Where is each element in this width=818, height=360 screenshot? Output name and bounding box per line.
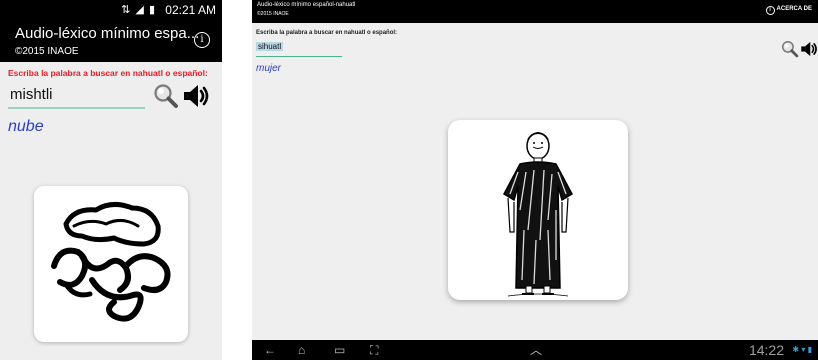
tablet-screen: Audio-léxico mínimo español-nahuatl ©201… (252, 0, 818, 360)
search-prompt: Escriba la palabra a buscar en nahuatl o… (256, 30, 398, 36)
search-input[interactable]: sihuatl (256, 40, 342, 57)
search-icon[interactable] (153, 83, 179, 109)
status-tray-icons: ✱ ▾ ▮ (792, 345, 812, 354)
speaker-icon[interactable] (182, 82, 210, 110)
app-bar: Audio-léxico mínimo espa... ©2015 INAOE … (0, 19, 222, 62)
status-time: 02:21 AM (165, 3, 216, 17)
speaker-icon[interactable] (800, 40, 818, 58)
about-label: ACERCA DE (776, 6, 812, 12)
search-prompt: Escriba la palabra a buscar en nahuatl o… (8, 68, 208, 78)
word-image-card (34, 186, 188, 342)
recents-icon[interactable]: ▭ (334, 344, 345, 356)
info-icon[interactable]: i (194, 32, 210, 48)
system-nav-bar: ← ⌂ ▭ ⛶ ︿ 14:22 ✱ ▾ ▮ (252, 340, 818, 360)
chevron-up-icon[interactable]: ︿ (530, 344, 542, 356)
status-icons: ⇅ ◢ ▮ (121, 4, 156, 16)
search-icon[interactable] (781, 40, 799, 58)
app-title: Audio-léxico mínimo espa... (15, 25, 200, 42)
tablet-app-bar: Audio-léxico mínimo español-nahuatl ©201… (252, 0, 818, 23)
screenshot-icon[interactable]: ⛶ (370, 344, 378, 356)
translation-result: mujer (256, 63, 282, 74)
info-icon: i (765, 6, 775, 15)
word-image-card (448, 120, 628, 300)
app-subtitle: ©2015 INAOE (15, 46, 79, 57)
tablet-app-title: Audio-léxico mínimo español-nahuatl (257, 2, 356, 8)
search-input[interactable]: mishtli (8, 82, 145, 109)
tablet-app-subtitle: ©2015 INAOE (257, 11, 289, 17)
search-input-value: sihuatl (256, 42, 284, 51)
system-clock: 14:22 (748, 342, 784, 358)
phone-screen: ⇅ ◢ ▮ 02:21 AM Audio-léxico mínimo espa.… (0, 0, 222, 360)
translation-result: nube (8, 118, 44, 135)
status-bar: ⇅ ◢ ▮ 02:21 AM (0, 0, 222, 19)
search-input-value: mishtli (10, 86, 53, 103)
back-icon[interactable]: ← (264, 344, 276, 356)
about-button[interactable]: i ACERCA DE (765, 6, 812, 15)
cloud-glyph-image (51, 202, 171, 322)
woman-illustration-image (503, 132, 573, 297)
home-icon[interactable]: ⌂ (298, 344, 305, 356)
